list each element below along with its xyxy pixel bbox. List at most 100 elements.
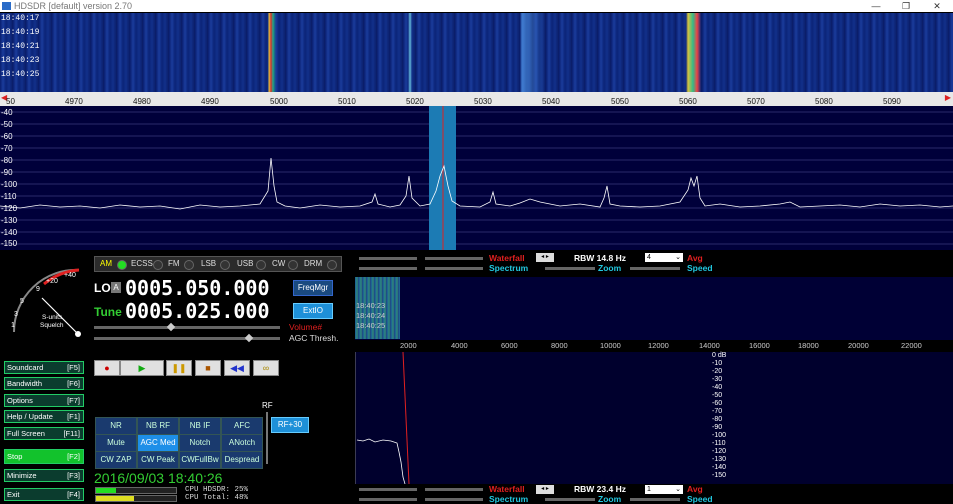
mode-lsb-button[interactable]: LSB bbox=[198, 257, 216, 271]
scale-tick: 4980 bbox=[133, 97, 151, 106]
exit-button[interactable]: Exit [F4] bbox=[4, 488, 84, 501]
despread-button[interactable]: Despread bbox=[221, 451, 263, 469]
af-freq-tick: 16000 bbox=[749, 341, 770, 350]
chevron-down-icon: ⌄ bbox=[675, 486, 681, 493]
full-screen-button[interactable]: Full Screen [F11] bbox=[4, 427, 84, 440]
avg-select[interactable]: 4 ⌄ bbox=[645, 253, 683, 262]
mode-am-button[interactable]: AM bbox=[97, 257, 112, 271]
spectrum-slider[interactable] bbox=[425, 267, 483, 270]
mute-button[interactable]: Mute bbox=[95, 434, 137, 452]
af-spectrum[interactable]: 0 dB -10 -20 -30 -40 -50 -60 -70 -80 -90… bbox=[355, 352, 953, 484]
record-button[interactable]: ● bbox=[94, 360, 120, 376]
waterfall-slider[interactable] bbox=[359, 488, 417, 491]
rbw-stepper[interactable]: ◂ ▸ bbox=[536, 253, 554, 262]
rbw-stepper[interactable]: ◂ ▸ bbox=[536, 485, 554, 494]
play-icon: ▶ bbox=[138, 363, 146, 373]
speed-slider[interactable] bbox=[630, 498, 680, 501]
maximize-window-button[interactable]: ❐ bbox=[898, 0, 914, 12]
lo-frequency[interactable]: 0005.050.000 bbox=[125, 276, 270, 300]
waterfall-slider[interactable] bbox=[425, 488, 483, 491]
shortcut-key: [F6] bbox=[67, 379, 80, 388]
bandwidth-button[interactable]: Bandwidth [F6] bbox=[4, 377, 84, 390]
soundcard-button[interactable]: Soundcard [F5] bbox=[4, 361, 84, 374]
af-db-label: -10 bbox=[712, 360, 723, 367]
waterfall-time: 18:40:25 bbox=[1, 70, 40, 79]
speed-slider[interactable] bbox=[630, 267, 680, 270]
waterfall-slider[interactable] bbox=[425, 257, 483, 260]
spectrum-slider[interactable] bbox=[359, 498, 417, 501]
af-freq-tick: 8000 bbox=[551, 341, 568, 350]
af-db-label: -110 bbox=[712, 440, 726, 447]
rf-label: RF bbox=[262, 401, 273, 410]
cw-fullbw-button[interactable]: CWFullBw bbox=[179, 451, 221, 469]
af-freq-tick: 6000 bbox=[501, 341, 518, 350]
mode-usb-button[interactable]: USB bbox=[234, 257, 253, 271]
waterfall-time: 18:40:21 bbox=[1, 42, 40, 51]
rf-waterfall[interactable]: 18:40:17 18:40:19 18:40:21 18:40:23 18:4… bbox=[0, 13, 953, 92]
db-label: -100 bbox=[1, 180, 18, 189]
s-meter bbox=[12, 268, 81, 337]
s-meter-scale: 5 bbox=[20, 298, 24, 305]
options-button[interactable]: Options [F7] bbox=[4, 394, 84, 407]
loop-button[interactable]: ∞ bbox=[253, 360, 279, 376]
waterfall-slider[interactable] bbox=[359, 257, 417, 260]
play-button[interactable]: ▶ bbox=[120, 360, 164, 376]
af-bandwidth-marker[interactable] bbox=[402, 352, 410, 484]
mode-cw-button[interactable]: CW bbox=[269, 257, 285, 271]
cw-peak-button[interactable]: CW Peak bbox=[137, 451, 179, 469]
side-button-label: Help / Update bbox=[7, 412, 53, 421]
loop-icon: ∞ bbox=[262, 363, 270, 373]
scroll-right-icon[interactable]: ▶ bbox=[945, 93, 951, 102]
help-update-button[interactable]: Help / Update [F1] bbox=[4, 410, 84, 423]
spectrum-slider[interactable] bbox=[425, 498, 483, 501]
af-waterfall[interactable]: 18:40:23 18:40:24 18:40:25 2000 4000 600… bbox=[355, 277, 953, 351]
nr-button[interactable]: NR bbox=[95, 417, 137, 435]
frequency-scale[interactable]: ◀ ▶ 50 4970 4980 4990 5000 5010 5020 503… bbox=[0, 92, 953, 106]
s-meter-scale: 1 bbox=[11, 322, 15, 329]
squelch-label[interactable]: Squelch bbox=[40, 322, 64, 329]
stop-playback-button[interactable]: ■ bbox=[195, 360, 221, 376]
cpu-total-text: CPU Total: 48% bbox=[185, 494, 249, 502]
anotch-button[interactable]: ANotch bbox=[221, 434, 263, 452]
waterfall-label: Waterfall bbox=[489, 484, 525, 494]
mode-fm-button[interactable]: FM bbox=[165, 257, 180, 271]
rewind-button[interactable]: ◀◀ bbox=[224, 360, 250, 376]
tune-frequency[interactable]: 0005.025.000 bbox=[125, 299, 270, 323]
mode-drm-button[interactable]: DRM bbox=[301, 257, 322, 271]
side-button-label: Soundcard bbox=[7, 363, 44, 372]
tune-label: Tune bbox=[94, 305, 122, 319]
nb-rf-button[interactable]: NB RF bbox=[137, 417, 179, 435]
agc-med-button[interactable]: AGC Med bbox=[137, 434, 179, 452]
minimize-window-button[interactable]: — bbox=[868, 0, 884, 12]
lo-vfo-tag[interactable]: A bbox=[111, 282, 121, 293]
rf-spectrum[interactable]: -40 -50 -60 -70 -80 -90 -100 -110 -120 -… bbox=[0, 106, 953, 250]
afc-button[interactable]: AFC bbox=[221, 417, 263, 435]
cw-zap-button[interactable]: CW ZAP bbox=[95, 451, 137, 469]
cpu-hdsdr-text: CPU HDSDR: 25% bbox=[185, 486, 249, 494]
notch-button[interactable]: Notch bbox=[179, 434, 221, 452]
minimize-button[interactable]: Minimize [F3] bbox=[4, 469, 84, 482]
af-freq-tick: 22000 bbox=[901, 341, 922, 350]
scale-tick: 5000 bbox=[270, 97, 288, 106]
af-db-label: 0 dB bbox=[712, 352, 727, 359]
zoom-slider[interactable] bbox=[545, 267, 595, 270]
shortcut-key: [F7] bbox=[67, 396, 80, 405]
mode-ecss-button[interactable]: ECSS bbox=[128, 257, 153, 271]
freqmgr-button[interactable]: FreqMgr bbox=[293, 280, 333, 296]
zoom-slider[interactable] bbox=[545, 498, 595, 501]
nb-if-button[interactable]: NB IF bbox=[179, 417, 221, 435]
close-window-button[interactable]: ✕ bbox=[929, 0, 945, 12]
rf-gain-slider[interactable] bbox=[266, 412, 268, 464]
scale-tick: 5010 bbox=[338, 97, 356, 106]
speed-label: Speed bbox=[687, 494, 713, 504]
volume-slider[interactable] bbox=[94, 326, 280, 329]
pause-button[interactable]: ❚❚ bbox=[166, 360, 192, 376]
extio-button[interactable]: ExtIO bbox=[293, 303, 333, 319]
spectrum-slider[interactable] bbox=[359, 267, 417, 270]
rf-gain-value-button[interactable]: RF+30 bbox=[271, 417, 309, 433]
stop-button[interactable]: Stop [F2] bbox=[4, 449, 84, 464]
af-freq-tick: 2000 bbox=[400, 341, 417, 350]
shortcut-key: [F11] bbox=[63, 429, 80, 438]
zoom-label: Zoom bbox=[598, 263, 622, 273]
avg-select[interactable]: 1 ⌄ bbox=[645, 485, 683, 494]
